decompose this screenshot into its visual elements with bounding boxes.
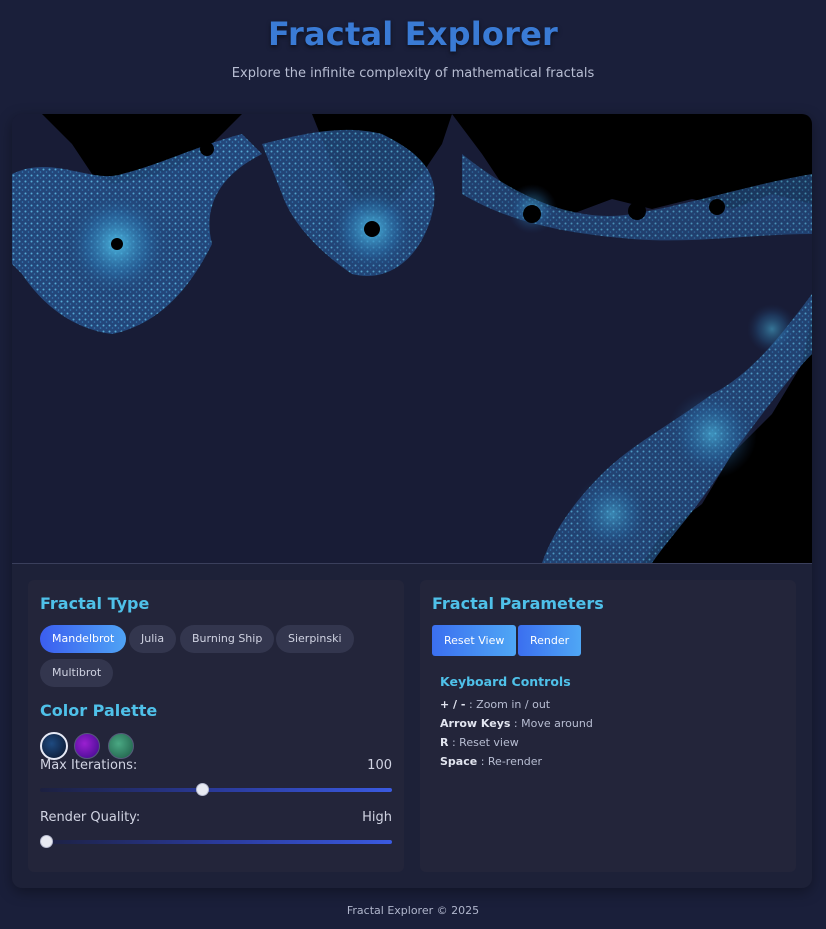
fractal-type-sierpinski[interactable]: Sierpinski bbox=[276, 625, 354, 653]
fractal-glow bbox=[747, 304, 797, 354]
page-header: Fractal Explorer Explore the infinite co… bbox=[0, 0, 826, 81]
canvas-divider bbox=[12, 563, 812, 564]
key-description: : Re-render bbox=[480, 755, 543, 768]
fractal-core bbox=[200, 142, 214, 156]
fractal-core bbox=[523, 205, 541, 223]
fractal-glow bbox=[572, 474, 652, 554]
key-description: : Zoom in / out bbox=[468, 698, 551, 711]
fractal-type-multibrot[interactable]: Multibrot bbox=[40, 659, 114, 687]
max-iterations-label: Max Iterations: bbox=[40, 758, 138, 773]
controls-panel: Fractal Type Mandelbrot Julia Burning Sh… bbox=[28, 580, 404, 872]
fractal-render[interactable] bbox=[12, 114, 812, 563]
fractal-core bbox=[709, 199, 725, 215]
color-palette-title: Color Palette bbox=[40, 701, 158, 720]
key-name: R bbox=[440, 736, 449, 749]
fractal-canvas[interactable] bbox=[12, 114, 812, 563]
fractal-app-card: Fractal Type Mandelbrot Julia Burning Sh… bbox=[12, 114, 812, 888]
key-description: : Move around bbox=[513, 717, 593, 730]
page-footer: Fractal Explorer © 2025 bbox=[346, 904, 480, 917]
fractal-glow bbox=[667, 389, 757, 479]
palette-swatch-blue[interactable] bbox=[40, 732, 68, 760]
reset-view-button[interactable]: Reset View bbox=[432, 625, 517, 656]
fractal-type-title: Fractal Type bbox=[40, 594, 150, 613]
render-quality-slider[interactable] bbox=[39, 835, 392, 848]
keyboard-control-item: Arrow Keys : Move around bbox=[440, 717, 593, 730]
palette-swatch-purple[interactable] bbox=[74, 733, 100, 759]
parameters-panel: Fractal Parameters Reset View Render Key… bbox=[420, 580, 796, 872]
max-iterations-thumb[interactable] bbox=[195, 783, 209, 796]
keyboard-control-item: + / - : Zoom in / out bbox=[440, 698, 550, 711]
palette-swatch-green[interactable] bbox=[108, 733, 134, 759]
render-quality-thumb[interactable] bbox=[39, 835, 53, 848]
keyboard-control-item: Space : Re-render bbox=[440, 755, 542, 768]
max-iterations-value: 100 bbox=[367, 758, 392, 773]
key-name: Arrow Keys bbox=[440, 717, 511, 730]
page-subtitle: Explore the infinite complexity of mathe… bbox=[231, 66, 595, 81]
key-name: Space bbox=[440, 755, 478, 768]
fractal-core bbox=[628, 202, 646, 220]
fractal-type-julia[interactable]: Julia bbox=[129, 625, 177, 653]
keyboard-controls-title: Keyboard Controls bbox=[440, 674, 571, 689]
key-description: : Reset view bbox=[451, 736, 519, 749]
render-quality-value: High bbox=[362, 810, 392, 825]
fractal-type-burning-ship[interactable]: Burning Ship bbox=[180, 625, 275, 653]
fractal-parameters-title: Fractal Parameters bbox=[432, 594, 604, 613]
fractal-core bbox=[364, 221, 380, 237]
page-title: Fractal Explorer bbox=[268, 15, 558, 53]
fractal-core bbox=[111, 238, 123, 250]
max-iterations-slider[interactable] bbox=[40, 783, 392, 796]
render-quality-label: Render Quality: bbox=[40, 810, 141, 825]
render-button[interactable]: Render bbox=[518, 625, 582, 656]
key-name: + / - bbox=[440, 698, 466, 711]
fractal-type-mandelbrot[interactable]: Mandelbrot bbox=[40, 625, 127, 653]
keyboard-control-item: R : Reset view bbox=[440, 736, 519, 749]
